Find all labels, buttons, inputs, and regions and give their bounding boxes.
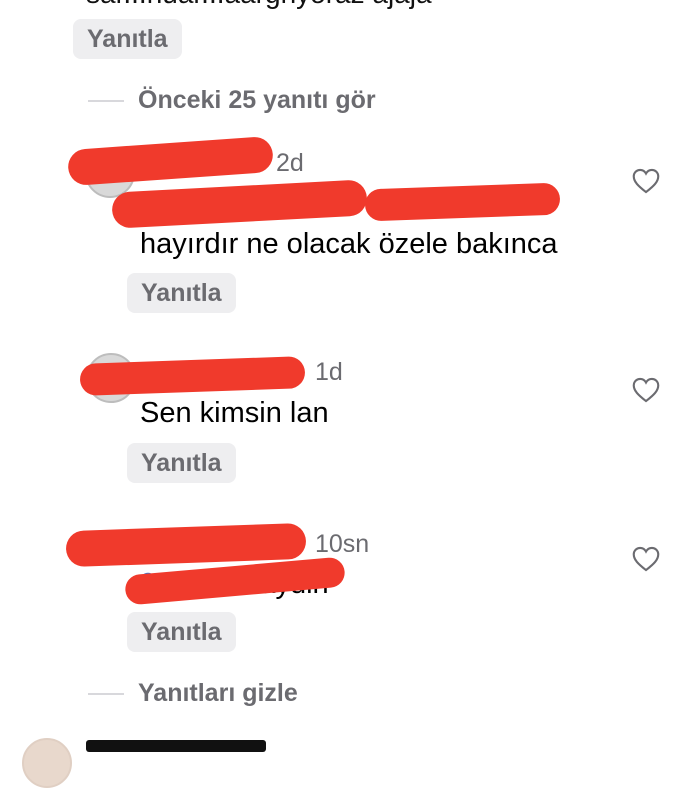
avatar[interactable]	[22, 738, 72, 788]
reply-button[interactable]: Yanıtla	[127, 273, 236, 313]
reply-button-top[interactable]: Yanıtla	[73, 19, 182, 59]
redaction	[111, 179, 368, 229]
thread-line	[88, 99, 124, 102]
redaction	[79, 356, 306, 396]
reply-button[interactable]: Yanıtla	[127, 443, 236, 483]
heart-icon[interactable]	[632, 377, 660, 403]
hide-replies[interactable]: Yanıtları gizle	[88, 679, 298, 708]
thread-line	[88, 692, 124, 695]
show-previous-replies[interactable]: Önceki 25 yanıtı gör	[88, 86, 376, 115]
comment-time: 2d	[276, 149, 304, 177]
next-username-partial	[86, 740, 266, 752]
reply-button[interactable]: Yanıtla	[127, 612, 236, 652]
hide-replies-label: Yanıtları gizle	[138, 679, 298, 707]
previous-comment-text: sar...nuar...aarghyoraz ajaja	[86, 0, 432, 10]
comment-text: hayırdır ne olacak özele bakınca	[140, 228, 558, 260]
redaction	[66, 135, 275, 187]
comment-time: 10sn	[315, 530, 370, 558]
redaction	[364, 182, 561, 222]
comment-time: 1d	[315, 358, 343, 386]
show-previous-label: Önceki 25 yanıtı gör	[138, 86, 376, 114]
redaction	[65, 522, 307, 568]
comment-text: Sen kimsin lan	[140, 397, 329, 429]
heart-icon[interactable]	[632, 168, 660, 194]
heart-icon[interactable]	[632, 546, 660, 572]
